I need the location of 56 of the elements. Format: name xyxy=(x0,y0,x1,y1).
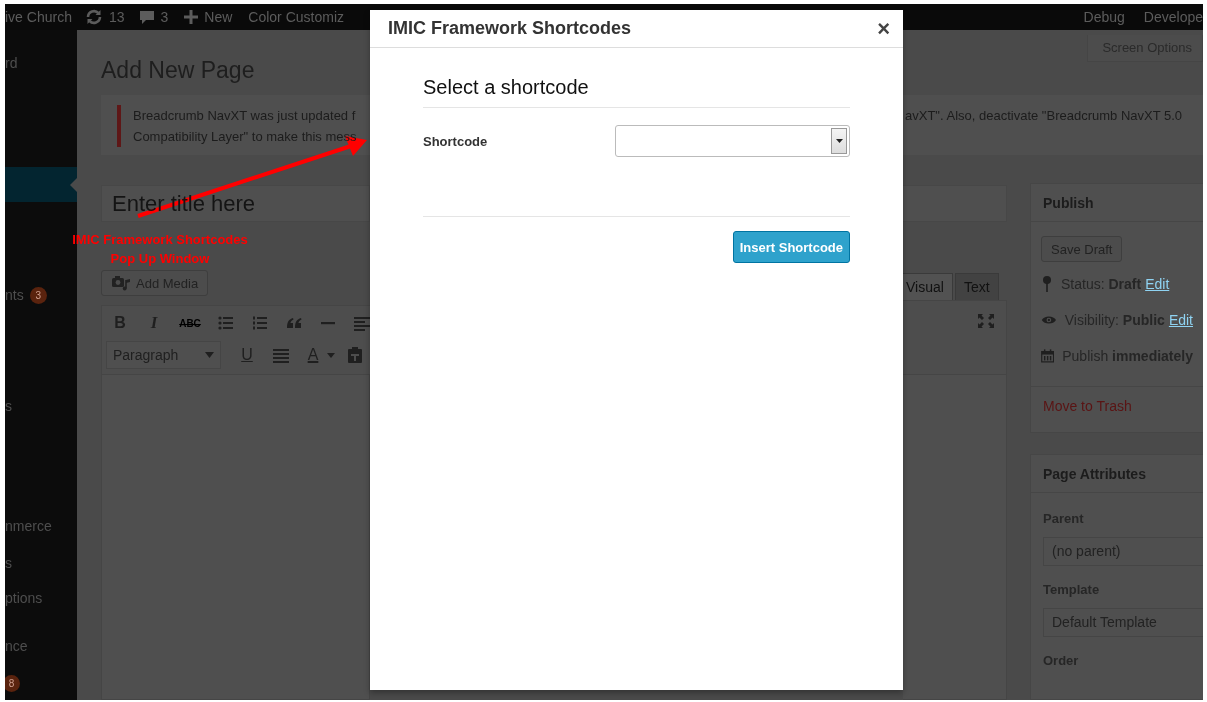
caret-icon xyxy=(835,139,843,143)
caret-icon[interactable] xyxy=(327,352,335,358)
menu-label: ptions xyxy=(5,589,43,606)
plus-icon[interactable] xyxy=(184,10,199,24)
editor-area[interactable] xyxy=(101,375,370,700)
camera-music-icon xyxy=(111,274,131,292)
title-field[interactable] xyxy=(903,185,1007,222)
site-name-link[interactable]: ive Church xyxy=(5,9,72,25)
menu-label: nts xyxy=(5,287,24,304)
count-badge: 3 xyxy=(29,286,47,304)
menu-label: s xyxy=(5,555,12,572)
menu-label: nmerce xyxy=(5,517,52,534)
menu-label: rd xyxy=(5,54,18,71)
sidebar-item[interactable] xyxy=(5,166,77,203)
menu-label: s xyxy=(5,397,12,414)
sidebar-item[interactable]: rd xyxy=(5,46,77,80)
calendar-icon xyxy=(1041,347,1055,365)
sidebar-item[interactable]: nts 3 xyxy=(5,278,77,312)
align-left-icon[interactable] xyxy=(353,314,370,332)
section-heading: Select a shortcode xyxy=(423,75,850,108)
move-to-trash-link[interactable]: Move to Trash xyxy=(1043,398,1132,414)
updates-count[interactable]: 13 xyxy=(108,9,125,25)
shortcode-select[interactable] xyxy=(615,125,850,157)
sync-icon[interactable] xyxy=(84,9,103,25)
annotation-label: Pop Up Window xyxy=(109,250,211,268)
editor-tab[interactable]: Visual xyxy=(903,273,953,300)
sidebar-item[interactable]: nce xyxy=(5,628,77,663)
numbered-list-icon[interactable] xyxy=(251,314,269,332)
edit-link[interactable]: Edit xyxy=(1145,276,1170,292)
modal-title: IMIC Framework Shortcodes xyxy=(388,18,632,39)
close-button[interactable]: × xyxy=(877,17,890,40)
caret-icon xyxy=(205,352,214,358)
justify-icon[interactable] xyxy=(272,346,290,364)
new-link[interactable]: New xyxy=(204,9,233,25)
pin-icon xyxy=(1041,275,1053,293)
paste-text-icon[interactable] xyxy=(346,346,364,364)
sidebar-item[interactable]: s xyxy=(5,389,77,423)
field-label: Shortcode xyxy=(423,133,489,149)
fullscreen-icon[interactable] xyxy=(978,314,994,328)
comment-icon[interactable] xyxy=(138,9,155,25)
bulleted-list-icon[interactable] xyxy=(217,314,235,332)
customize-link[interactable]: Color Customiz xyxy=(248,9,344,25)
count-badge: 8 xyxy=(5,674,20,692)
sidebar-item[interactable]: nmerce xyxy=(5,508,77,543)
sidebar-item[interactable]: s xyxy=(5,546,77,580)
comments-count[interactable]: 3 xyxy=(160,9,169,25)
edit-link[interactable]: Edit xyxy=(1168,312,1193,328)
editor-area[interactable] xyxy=(903,375,1007,700)
admin-bar-link[interactable]: Debug xyxy=(1083,9,1125,25)
sidebar-item[interactable]: ptions xyxy=(5,581,77,615)
menu-label: nce xyxy=(5,637,28,654)
sidebar-item[interactable]: 8 xyxy=(5,666,77,700)
admin-bar-link[interactable]: Develope xyxy=(1143,9,1203,25)
insert-shortcode-button[interactable]: Insert Shortcode xyxy=(732,231,850,263)
strikethrough-button[interactable]: ABC xyxy=(174,309,206,337)
annotation-label: IMIC Framework Shortcodes xyxy=(71,231,249,249)
